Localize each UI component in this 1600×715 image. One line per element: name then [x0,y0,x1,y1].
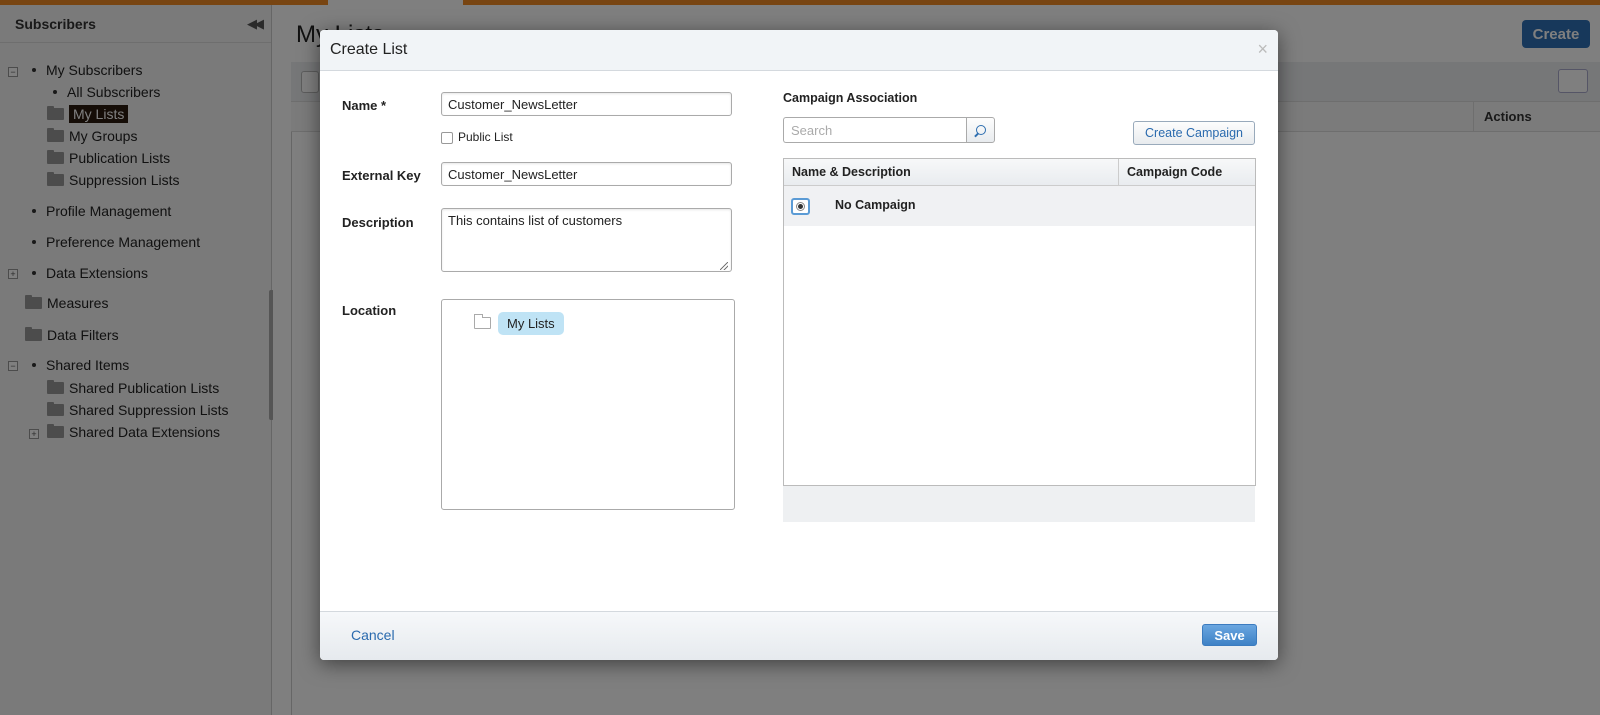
public-list-label: Public List [458,130,513,144]
dialog-footer: Cancel Save [320,611,1278,660]
campaign-table-footer [783,486,1255,522]
campaign-table-header: Name & Description Campaign Code [784,159,1255,186]
name-field[interactable] [441,92,732,116]
public-list-checkbox[interactable] [441,132,453,144]
campaign-search-button[interactable] [966,117,995,143]
campaign-association-label: Campaign Association [783,91,918,105]
external-key-field[interactable] [441,162,732,186]
dialog-title: Create List [330,41,408,58]
resize-grip-icon[interactable] [720,261,730,270]
column-header-name[interactable]: Name & Description [784,159,911,186]
column-header-code[interactable]: Campaign Code [1118,159,1255,186]
description-field[interactable]: This contains list of customers [441,208,732,272]
search-icon [975,125,986,135]
location-label: Location [342,303,397,318]
name-label: Name * [342,98,387,113]
external-key-label: External Key [342,168,421,183]
location-node-my-lists[interactable]: My Lists [498,312,564,335]
campaign-search-input[interactable] [783,117,967,143]
radio-selected-icon [796,202,805,211]
dialog-header: Create List × [320,30,1278,71]
campaign-table: Name & Description Campaign Code No Camp… [783,158,1256,486]
campaign-name: No Campaign [835,198,916,212]
create-campaign-button[interactable]: Create Campaign [1133,121,1255,145]
close-icon[interactable]: × [1257,39,1268,60]
save-button[interactable]: Save [1202,624,1257,646]
cancel-button[interactable]: Cancel [351,627,395,643]
description-label: Description [342,215,414,230]
folder-icon [474,314,491,329]
campaign-radio[interactable] [791,198,810,215]
location-tree: My Lists [441,299,735,510]
table-row[interactable]: No Campaign [784,186,1255,226]
create-list-dialog: Create List × Name * Public List Externa… [320,30,1278,660]
